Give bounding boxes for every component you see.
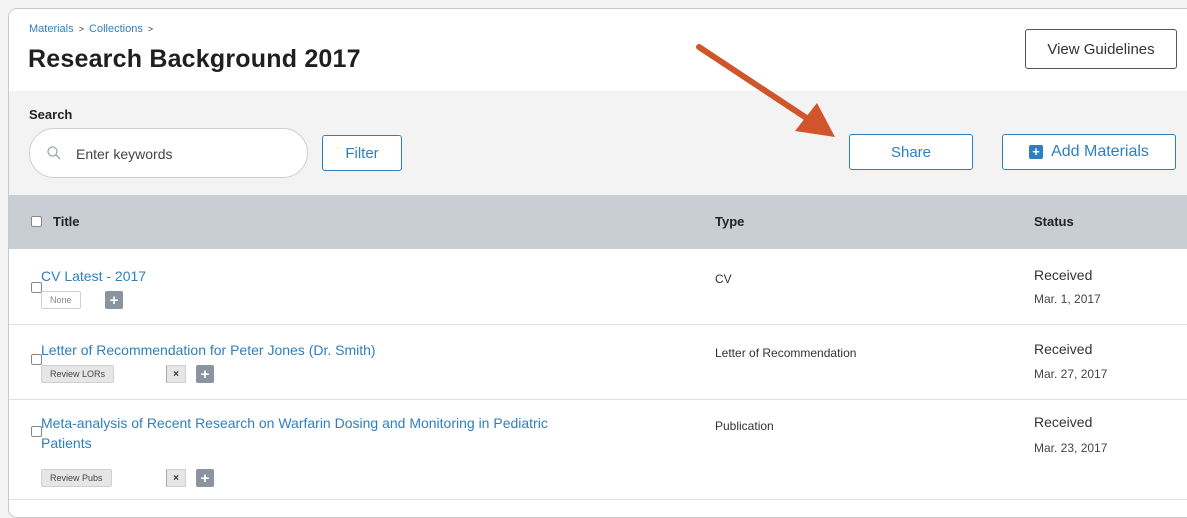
table-row: Meta-analysis of Recent Research on Warf…: [9, 400, 1187, 500]
breadcrumb: Materials > Collections >: [29, 23, 155, 35]
tag-badge: Review Pubs: [41, 469, 112, 487]
collection-panel: Materials > Collections > Research Backg…: [8, 8, 1187, 518]
add-tag-icon[interactable]: +: [196, 469, 214, 487]
tag-badge: Review LORs: [41, 365, 115, 383]
add-materials-button[interactable]: + Add Materials: [1002, 134, 1176, 170]
row-status: Received: [1034, 267, 1093, 283]
column-type[interactable]: Type: [715, 214, 744, 229]
row-title-link[interactable]: Letter of Recommendation for Peter Jones…: [41, 340, 376, 360]
remove-tag-icon[interactable]: ×: [166, 365, 186, 383]
plus-icon: +: [1029, 145, 1044, 159]
table-row: CV Latest - 2017 None + CV Received Mar.…: [9, 249, 1187, 325]
add-tag-icon[interactable]: +: [196, 365, 214, 383]
search-toolbar: Search Filter Share + Add Materials: [9, 91, 1187, 195]
page-title: Research Background 2017: [28, 45, 361, 73]
row-type: Publication: [715, 419, 774, 433]
row-date: Mar. 1, 2017: [1034, 292, 1101, 306]
row-status: Received: [1034, 341, 1093, 357]
column-status[interactable]: Status: [1034, 214, 1074, 229]
row-type: CV: [715, 272, 732, 286]
table-row: Letter of Recommendation for Peter Jones…: [9, 325, 1187, 400]
annotation-arrow: [696, 44, 835, 137]
row-type: Letter of Recommendation: [715, 346, 857, 360]
breadcrumb-collections[interactable]: Collections: [89, 23, 143, 35]
search-label: Search: [29, 107, 73, 122]
select-all-checkbox[interactable]: [31, 216, 42, 227]
filter-button[interactable]: Filter: [322, 135, 402, 171]
row-title-line: Patients: [41, 435, 92, 451]
search-input[interactable]: [74, 139, 294, 169]
row-title-line: Meta-analysis of Recent Research on Warf…: [41, 415, 548, 431]
row-title-link[interactable]: CV Latest - 2017: [41, 266, 146, 286]
search-icon: [47, 146, 61, 160]
breadcrumb-separator: >: [78, 24, 84, 34]
share-button[interactable]: Share: [849, 134, 973, 170]
add-materials-label: Add Materials: [1051, 143, 1149, 160]
breadcrumb-materials[interactable]: Materials: [29, 23, 74, 35]
remove-tag-icon[interactable]: ×: [166, 469, 186, 487]
row-title-link[interactable]: Meta-analysis of Recent Research on Warf…: [41, 413, 548, 453]
page-header: Materials > Collections > Research Backg…: [9, 9, 1187, 91]
column-title[interactable]: Title: [53, 214, 80, 229]
tag-badge: None: [41, 291, 81, 309]
breadcrumb-separator: >: [147, 24, 154, 34]
row-date: Mar. 23, 2017: [1034, 441, 1108, 455]
add-tag-icon[interactable]: +: [105, 291, 123, 309]
view-guidelines-button[interactable]: View Guidelines: [1025, 29, 1177, 69]
table-header: Title Type Status: [9, 195, 1187, 249]
row-date: Mar. 27, 2017: [1034, 367, 1108, 381]
search-box[interactable]: [29, 128, 308, 178]
row-status: Received: [1034, 414, 1093, 430]
